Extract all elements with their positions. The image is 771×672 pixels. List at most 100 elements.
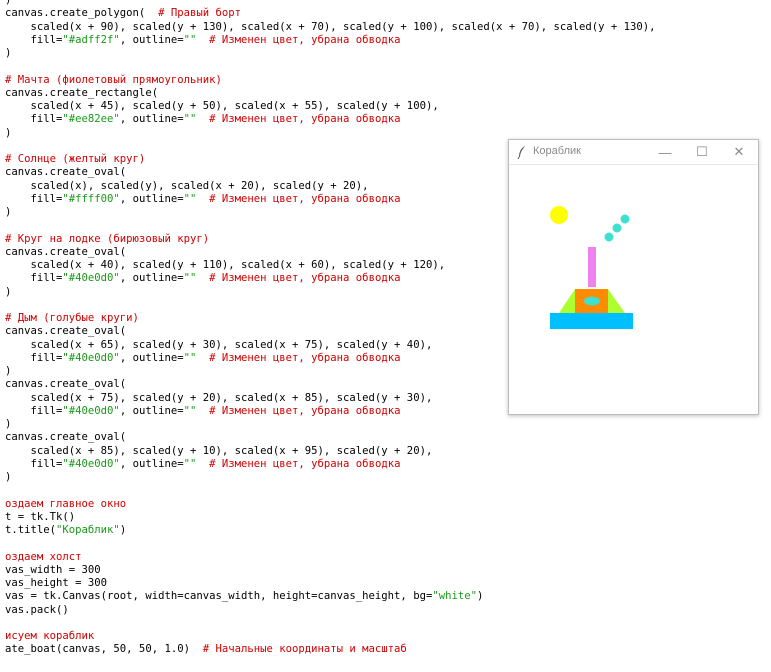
code-text: , outline= [119, 192, 184, 205]
code-line: vas_width = 300 [5, 564, 101, 577]
code-line: оздаем главное окно [5, 498, 126, 511]
code-line: ) [5, 286, 11, 299]
code-string: "" [183, 113, 197, 126]
close-icon: ✕ [733, 144, 745, 159]
code-text: , outline= [119, 272, 184, 285]
code-comment: # Мачта (фиолетовый прямоугольник) [5, 73, 222, 86]
code-text: fill= [5, 272, 63, 285]
code-comment: оздаем холст [5, 550, 82, 563]
close-button[interactable]: ✕ [721, 140, 757, 164]
code-text: t = tk.Tk() [5, 510, 76, 523]
code-comment: # Дым (голубые круги) [5, 312, 139, 324]
boat-drawing [550, 206, 633, 329]
code-comment: # Изменен цвет, убрана обводка [196, 33, 401, 46]
code-line: ate_boat(canvas, 50, 50, 1.0) # Начальны… [5, 643, 407, 656]
code-string: "" [183, 351, 197, 364]
tk-window[interactable]: Кораблик — ☐ ✕ [508, 139, 759, 415]
right-hull-polygon [608, 289, 625, 313]
code-text: ate_boat(canvas, 50, 50, 1.0) [5, 643, 203, 656]
code-string: "#40e0d0" [62, 272, 120, 285]
code-text: , outline= [119, 33, 184, 46]
code-text: ) [5, 126, 12, 139]
code-line: scaled(x + 85), scaled(y + 10), scaled(x… [5, 444, 433, 458]
code-comment: # Начальные координаты и масштаб [202, 643, 407, 656]
porthole-circle [584, 296, 600, 306]
code-text: vas_height = 300 [5, 577, 108, 589]
code-text: fill= [5, 351, 63, 364]
code-string: "" [183, 33, 197, 46]
feather-icon [517, 146, 525, 159]
code-line: scaled(x), scaled(y), scaled(x + 20), sc… [5, 180, 369, 193]
boat-base-rect [550, 313, 633, 329]
code-line: оздаем холст [5, 551, 82, 564]
code-string: "#40e0d0" [62, 351, 120, 364]
code-text: fill= [5, 192, 63, 205]
tk-titlebar[interactable]: Кораблик — ☐ ✕ [509, 140, 758, 165]
code-text: vas.pack() [5, 603, 69, 616]
code-line: scaled(x + 75), scaled(y + 20), scaled(x… [5, 391, 433, 405]
code-text: scaled(x + 40), scaled(y + 110), scaled(… [5, 259, 446, 271]
code-comment: # Изменен цвет, убрана обводка [196, 192, 401, 205]
code-comment: # Изменен цвет, убрана обводка [196, 272, 401, 285]
code-line: scaled(x + 65), scaled(y + 30), scaled(x… [5, 339, 433, 352]
maximize-button[interactable]: ☐ [684, 140, 720, 164]
window-title: Кораблик [533, 145, 581, 157]
code-text: ) [5, 0, 12, 6]
code-text: ) [5, 47, 12, 59]
code-string: "#40e0d0" [62, 457, 120, 470]
code-line: canvas.create_oval( [5, 431, 126, 444]
code-text: scaled(x + 85), scaled(y + 10), scaled(x… [5, 444, 433, 457]
code-string: "#40e0d0" [62, 404, 120, 417]
code-line: vas.pack() [5, 604, 69, 617]
code-string: "" [183, 457, 197, 470]
code-text: scaled(x + 75), scaled(y + 20), scaled(x… [5, 391, 433, 404]
code-line: canvas.create_oval( [5, 246, 126, 259]
code-line: t.title("Кораблик") [5, 524, 126, 537]
code-line: # Мачта (фиолетовый прямоугольник) [5, 74, 222, 87]
code-line: fill="#40e0d0", outline="" # Изменен цве… [5, 457, 401, 471]
left-hull-polygon [559, 289, 575, 313]
code-text: ) [5, 418, 12, 430]
code-line: fill="#40e0d0", outline="" # Изменен цве… [5, 351, 401, 365]
sun-circle [550, 206, 568, 224]
code-string: "" [183, 404, 197, 417]
code-comment: # Изменен цвет, убрана обводка [196, 113, 401, 126]
code-string: "#ffff00" [62, 192, 120, 205]
code-line: ) [5, 47, 11, 60]
code-line: canvas.create_oval( [5, 378, 126, 391]
minimize-button[interactable]: — [647, 140, 683, 164]
smoke-circle [612, 223, 622, 233]
code-comment: # Изменен цвет, убрана обводка [196, 404, 401, 417]
code-text: scaled(x + 90), scaled(y + 130), scaled(… [5, 20, 656, 33]
code-text: scaled(x + 45), scaled(y + 50), scaled(x… [5, 100, 439, 112]
code-line: scaled(x + 40), scaled(y + 110), scaled(… [5, 259, 446, 272]
code-text: , outline= [119, 351, 184, 364]
code-text: fill= [5, 457, 63, 470]
code-line: fill="#adff2f", outline="" # Изменен цве… [5, 33, 401, 47]
code-line: vas_height = 300 [5, 577, 107, 590]
code-text: canvas.create_oval( [5, 166, 127, 179]
mast-rect [588, 247, 596, 287]
code-comment: # Круг на лодке (бирюзовый круг) [5, 232, 210, 245]
code-line: исуем кораблик [5, 630, 94, 643]
smoke-circle [604, 232, 614, 242]
code-text: vas = tk.Canvas(root, width=canvas_width… [5, 590, 433, 603]
code-line: fill="#40e0d0", outline="" # Изменен цве… [5, 404, 401, 418]
code-line: canvas.create_polygon( # Правый борт [5, 7, 241, 20]
code-string: "" [183, 192, 197, 205]
code-line: ) [5, 0, 11, 7]
tk-canvas[interactable] [509, 165, 758, 414]
code-string: "Кораблик" [56, 524, 120, 536]
smoke-circle [620, 214, 630, 224]
code-text: canvas.create_oval( [5, 378, 127, 391]
code-line: ) [5, 206, 11, 219]
code-text: canvas.create_oval( [5, 325, 127, 338]
code-comment: # Правый борт [158, 7, 241, 20]
code-line: ) [5, 418, 11, 431]
code-text: canvas.create_oval( [5, 431, 127, 444]
code-line: # Солнце (желтый круг) [5, 153, 145, 166]
code-string: "#ee82ee" [62, 113, 120, 126]
code-text: ) [476, 590, 484, 603]
code-line: scaled(x + 45), scaled(y + 50), scaled(x… [5, 100, 439, 113]
code-text: ) [119, 524, 127, 536]
